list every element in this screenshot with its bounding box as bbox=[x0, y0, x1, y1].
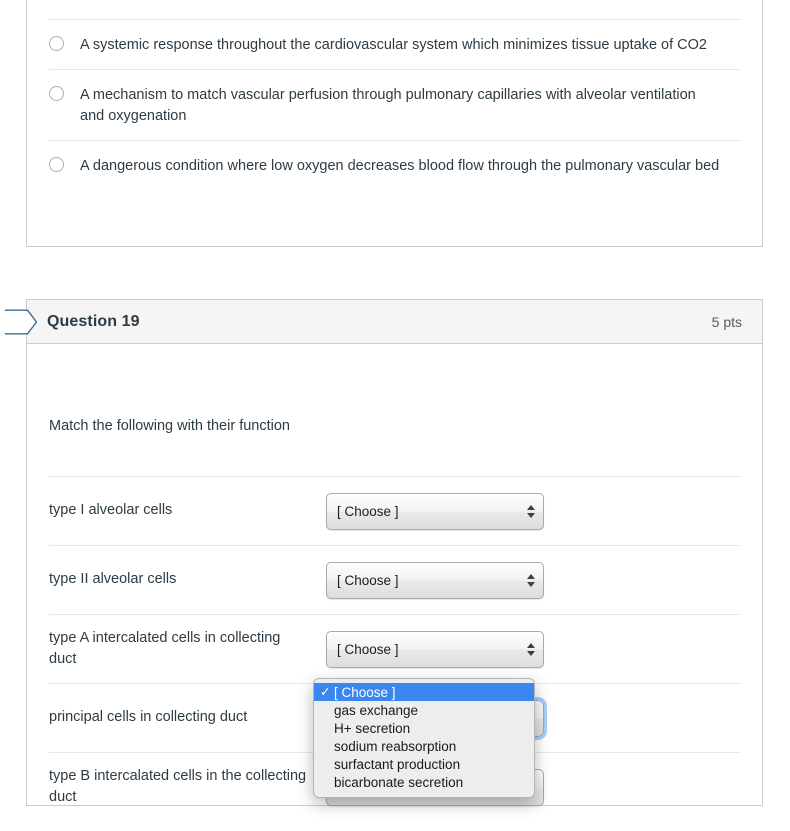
chevron-down-icon bbox=[526, 650, 535, 656]
question-card-18: Hypoxic vasoconstriction is Where the nu… bbox=[26, 0, 763, 247]
answer-option-label: A mechanism to match vascular perfusion … bbox=[80, 87, 696, 124]
radio-button-icon[interactable] bbox=[49, 86, 64, 102]
stepper-arrows-icon[interactable] bbox=[526, 570, 535, 590]
match-select-value: [ Choose ] bbox=[337, 572, 399, 588]
chevron-up-icon bbox=[526, 642, 535, 648]
matching-row: type I alveolar cells [ Choose ] bbox=[49, 476, 740, 545]
dropdown-option-bicarbonate-secretion[interactable]: bicarbonate secretion bbox=[314, 773, 534, 791]
dropdown-option-label: sodium reabsorption bbox=[334, 738, 457, 754]
matching-row: type II alveolar cells [ Choose ] bbox=[49, 545, 740, 614]
matching-row-control: [ Choose ] bbox=[326, 492, 740, 530]
dropdown-option-label: gas exchange bbox=[334, 702, 419, 718]
matching-row-label: type I alveolar cells bbox=[49, 502, 173, 519]
matching-row-label: type A intercalated cells in collecting … bbox=[49, 629, 281, 667]
matching-row-control: [ Choose ] bbox=[326, 630, 740, 668]
dropdown-option-label: H+ secretion bbox=[334, 720, 411, 736]
chevron-up-icon bbox=[526, 573, 535, 579]
dropdown-option-surfactant-production[interactable]: surfactant production bbox=[314, 755, 534, 773]
matching-row-label: principal cells in collecting duct bbox=[49, 709, 248, 726]
question-18-body: Hypoxic vasoconstriction is Where the nu… bbox=[27, 0, 762, 213]
matching-row-label: type B intercalated cells in the collect… bbox=[49, 767, 307, 805]
matching-row-control: [ Choose ] bbox=[326, 561, 740, 599]
answer-option-row[interactable]: A systemic response throughout the cardi… bbox=[49, 18, 740, 70]
question-19-prompt: Match the following with their function bbox=[49, 418, 290, 434]
dropdown-option-label: bicarbonate secretion bbox=[334, 774, 464, 790]
dropdown-option-sodium-reabsorption[interactable]: sodium reabsorption bbox=[314, 737, 534, 755]
match-select-type-a-intercalated-cells[interactable]: [ Choose ] bbox=[326, 630, 544, 668]
checkmark-icon: ✓ bbox=[320, 684, 331, 699]
match-select-value: [ Choose ] bbox=[337, 503, 399, 519]
answer-option-label: A systemic response throughout the cardi… bbox=[80, 36, 707, 53]
question-flag-icon[interactable] bbox=[4, 309, 38, 335]
select-dropdown-popup[interactable]: ✓ [ Choose ] gas exchange H+ secretion s… bbox=[313, 678, 535, 798]
matching-row: type A intercalated cells in collecting … bbox=[49, 614, 740, 683]
match-select-value: [ Choose ] bbox=[337, 641, 399, 657]
chevron-down-icon bbox=[526, 512, 535, 518]
match-select-type-i-alveolar-cells[interactable]: [ Choose ] bbox=[326, 492, 544, 530]
stepper-arrows-icon[interactable] bbox=[526, 639, 535, 659]
match-select-type-ii-alveolar-cells[interactable]: [ Choose ] bbox=[326, 561, 544, 599]
dropdown-option-label: surfactant production bbox=[334, 756, 461, 772]
answer-option-label: A dangerous condition where low oxygen d… bbox=[80, 158, 720, 175]
answer-option-row[interactable]: Where the number of red blood cells is i… bbox=[49, 0, 740, 19]
question-19-points: 5 pts bbox=[711, 313, 742, 330]
question-19-title: Question 19 bbox=[47, 312, 140, 330]
dropdown-option-choose[interactable]: ✓ [ Choose ] bbox=[314, 683, 534, 701]
dropdown-option-gas-exchange[interactable]: gas exchange bbox=[314, 701, 534, 719]
question-19-header: Question 19 5 pts bbox=[27, 300, 762, 344]
radio-button-icon[interactable] bbox=[49, 35, 64, 51]
dropdown-option-h-plus-secretion[interactable]: H+ secretion bbox=[314, 719, 534, 737]
chevron-up-icon bbox=[526, 504, 535, 510]
answer-option-row[interactable]: A dangerous condition where low oxygen d… bbox=[49, 140, 740, 191]
chevron-down-icon bbox=[526, 581, 535, 587]
radio-button-icon[interactable] bbox=[49, 157, 64, 173]
matching-row-label: type II alveolar cells bbox=[49, 571, 177, 588]
quiz-page: Hypoxic vasoconstriction is Where the nu… bbox=[0, 0, 790, 831]
answer-option-label: Where the number of red blood cells is i… bbox=[80, 0, 401, 5]
stepper-arrows-icon[interactable] bbox=[526, 501, 535, 521]
dropdown-option-label: [ Choose ] bbox=[334, 684, 396, 700]
answer-option-row[interactable]: A mechanism to match vascular perfusion … bbox=[49, 69, 740, 140]
question-18-answer-list: Where the number of red blood cells is i… bbox=[49, 0, 740, 191]
